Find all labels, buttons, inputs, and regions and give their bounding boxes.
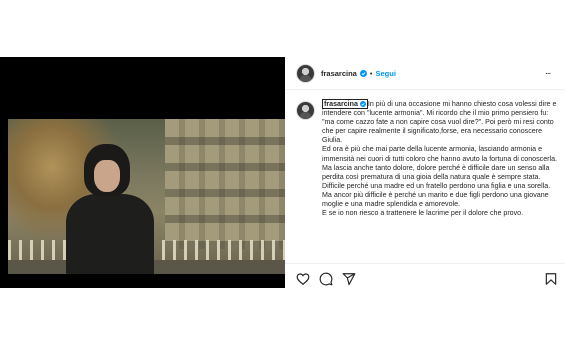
actions-divider (285, 263, 565, 264)
video-person (66, 144, 154, 274)
caption-paragraph: Ma lascia anche tanto dolore, dolore per… (322, 163, 551, 209)
comment-icon[interactable] (319, 272, 333, 286)
caption-username[interactable]: frasarcina (322, 99, 368, 109)
post-actions (296, 272, 558, 288)
post-video[interactable] (0, 57, 285, 288)
follow-button[interactable]: Segui (376, 69, 396, 78)
avatar[interactable] (296, 101, 315, 120)
video-building (165, 119, 285, 249)
post-caption: frasarcina In più di una occasione mi han… (322, 99, 560, 218)
caption-paragraph: frasarcina In più di una occasione mi han… (322, 99, 557, 145)
caption-avatar-wrap (296, 101, 315, 120)
username-link[interactable]: frasarcina (321, 69, 357, 78)
verified-badge-icon (359, 69, 367, 77)
caption-paragraph: Ed ora è più che mai parte della lucente… (322, 145, 558, 163)
caption-paragraph: E se io non riesco a trattenere le lacri… (322, 209, 524, 218)
header-divider (285, 89, 565, 90)
video-frame (8, 119, 285, 274)
separator-dot: • (369, 68, 373, 78)
share-icon[interactable] (342, 272, 356, 286)
post-header: frasarcina • Segui (296, 63, 396, 83)
avatar[interactable] (296, 63, 315, 83)
verified-badge-icon (359, 101, 366, 107)
heart-icon[interactable] (296, 272, 310, 286)
more-options-icon[interactable]: ... (545, 66, 551, 77)
bookmark-icon[interactable] (544, 272, 558, 286)
